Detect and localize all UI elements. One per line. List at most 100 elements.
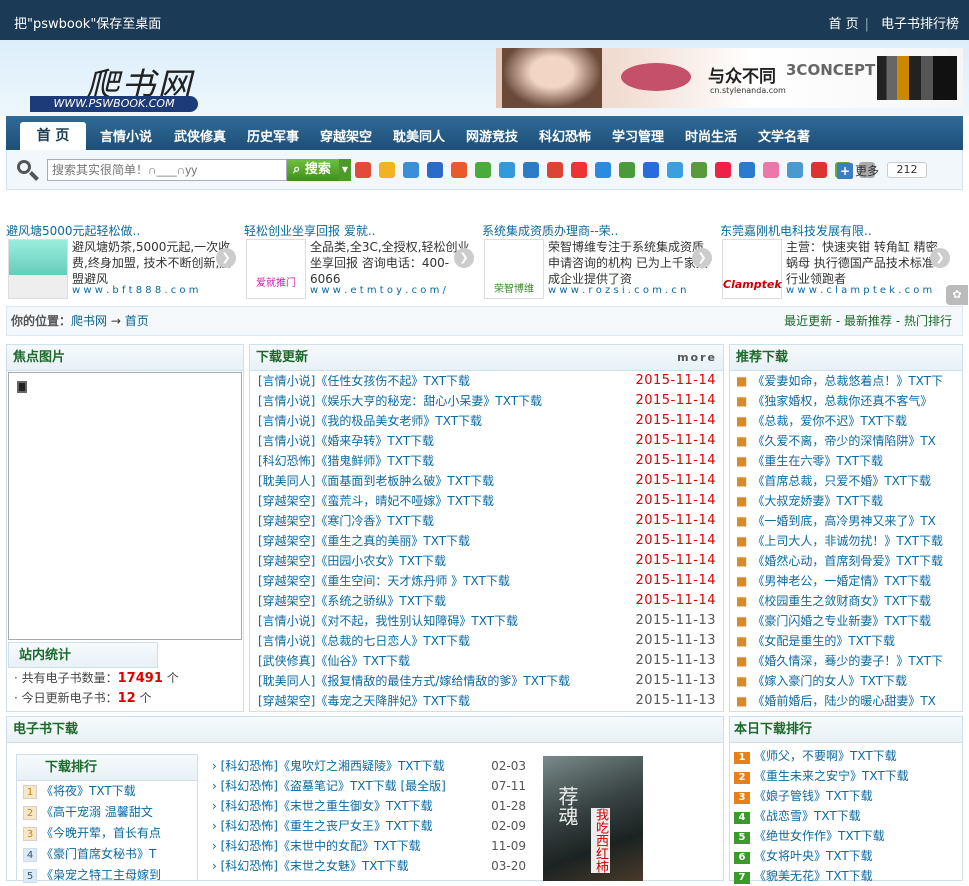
download-item-title[interactable]: [耽美同人]《面基面到老板肿么破》TXT下载 xyxy=(258,474,494,488)
ebook-item[interactable]: › [科幻恐怖]《末世中的女配》TXT下载 11-09 xyxy=(212,836,526,856)
ebook-item[interactable]: › [科幻恐怖]《鬼吹灯之湘西疑陵》TXT下载 02-03 xyxy=(212,756,526,776)
kaixin-icon[interactable] xyxy=(451,162,467,178)
download-item[interactable]: [穿越架空]《重生空间：天才炼丹师 》TXT下载 2015-11-14 xyxy=(258,571,720,591)
weibo-icon[interactable] xyxy=(355,162,371,178)
recommend-item-title[interactable]: 《总裁，爱你不迟》TXT下载 xyxy=(752,414,907,428)
ebook-item-title[interactable]: › [科幻恐怖]《末世之重生御女》TXT下载 xyxy=(212,799,433,813)
ad-url[interactable]: w w w . c l a m p t e k . c o m xyxy=(786,285,932,296)
download-item-title[interactable]: [穿越架空]《重生空间：天才炼丹师 》TXT下载 xyxy=(258,574,510,588)
recommend-item[interactable]: ■ 《嫁入豪门的女人》TXT下载 xyxy=(736,671,962,691)
download-item[interactable]: [言情小说]《我的极品美女老师》TXT下载 2015-11-14 xyxy=(258,411,720,431)
ebook-item[interactable]: › [科幻恐怖]《重生之丧尸女王》TXT下载 02-09 xyxy=(212,816,526,836)
recommend-item[interactable]: ■ 《一婚到底，高冷男神又来了》TX xyxy=(736,511,962,531)
download-item-title[interactable]: [言情小说]《婚来孕转》TXT下载 xyxy=(258,434,434,448)
rank-item-title[interactable]: 《枭宠之特工主母嫁到 xyxy=(41,868,161,882)
recommend-item-title[interactable]: 《一婚到底，高冷男神又来了》TX xyxy=(752,514,936,528)
rank-item-title[interactable]: 《将夜》TXT下载 xyxy=(41,784,136,798)
recommend-item[interactable]: ■ 《男神老公，一婚定情》TXT下载 xyxy=(736,571,962,591)
download-item-title[interactable]: [穿越架空]《毒宠之天降胖妃》TXT下载 xyxy=(258,694,470,708)
nav-item[interactable]: 言情小说 xyxy=(100,126,152,145)
recommend-item[interactable]: ■ 《上司大人，非诚勿扰！》TXT下载 xyxy=(736,531,962,551)
ebook-item[interactable]: › [科幻恐怖]《末世之女魅》TXT下载 03-20 xyxy=(212,856,526,876)
nav-item[interactable]: 历史军事 xyxy=(247,126,299,145)
qzone-icon[interactable] xyxy=(379,162,395,178)
recommend-item-title[interactable]: 《女配是重生的》TXT下载 xyxy=(752,634,895,648)
download-item-title[interactable]: [科幻恐怖]《猎鬼鲜师》TXT下载 xyxy=(258,454,434,468)
download-item[interactable]: [武侠修真]《仙谷》TXT下载 2015-11-13 xyxy=(258,651,720,671)
today-rank-item-title[interactable]: 《战恋雪》TXT下载 xyxy=(754,809,861,823)
rank-item[interactable]: 2 《高干宠溺 温馨甜文 xyxy=(17,802,197,823)
download-item[interactable]: [科幻恐怖]《猎鬼鲜师》TXT下载 2015-11-14 xyxy=(258,451,720,471)
download-item[interactable]: [穿越架空]《蛮荒斗，晴妃不哑嫁》TXT下载 2015-11-14 xyxy=(258,491,720,511)
recommend-item-title[interactable]: 《久爱不离，帝少的深情陷阱》TX xyxy=(752,434,936,448)
download-item-title[interactable]: [言情小说]《任性女孩伤不起》TXT下载 xyxy=(258,374,470,388)
recommend-item[interactable]: ■ 《校园重生之敛财商女》TXT下载 xyxy=(736,591,962,611)
nav-item[interactable]: 穿越架空 xyxy=(320,126,372,145)
recommend-item[interactable]: ■ 《总裁，爱你不迟》TXT下载 xyxy=(736,411,962,431)
nav-item[interactable]: 科幻恐怖 xyxy=(539,126,591,145)
download-item[interactable]: [言情小说]《任性女孩伤不起》TXT下载 2015-11-14 xyxy=(258,371,720,391)
ebook-item-title[interactable]: › [科幻恐怖]《盗墓笔记》TXT下载 [最全版] xyxy=(212,779,446,793)
nav-home[interactable]: 首 页 xyxy=(20,122,86,150)
t-icon[interactable] xyxy=(571,162,587,178)
text-ad[interactable]: 系统集成资质办理商--荣.. 荣智博维 荣智博维专注于系统集成资质申请咨询的机构… xyxy=(482,222,714,300)
download-item-title[interactable]: [穿越架空]《蛮荒斗，晴妃不哑嫁》TXT下载 xyxy=(258,494,494,508)
download-item-title[interactable]: [穿越架空]《重生之真的美丽》TXT下载 xyxy=(258,534,470,548)
ebook-item-title[interactable]: › [科幻恐怖]《末世之女魅》TXT下载 xyxy=(212,859,409,873)
download-item[interactable]: [穿越架空]《田园小农女》TXT下载 2015-11-14 xyxy=(258,551,720,571)
top-banner-ad[interactable]: 与众不同 cn.stylenanda.com 3CONCEPT EYES xyxy=(496,48,963,108)
ad-url[interactable]: w w w . b f t 8 8 8 . c o m xyxy=(72,285,198,296)
recommend-item[interactable]: ■ 《豪门闪婚之专业新妻》TXT下载 xyxy=(736,611,962,631)
book-cover-image[interactable]: 荐魂 我吃西红柿 xyxy=(543,756,643,881)
focus-image[interactable] xyxy=(8,372,242,640)
site-logo[interactable]: 爬书网 WWW.PSWBOOK.COM xyxy=(30,58,200,116)
ebook-rank-link[interactable]: 电子书排行榜 xyxy=(881,17,959,32)
home-link[interactable]: 首 页 xyxy=(828,17,858,32)
recommend-item-title[interactable]: 《大叔宠娇妻》TXT下载 xyxy=(752,494,883,508)
download-item[interactable]: [穿越架空]《重生之真的美丽》TXT下载 2015-11-14 xyxy=(258,531,720,551)
recommend-item-title[interactable]: 《校园重生之敛财商女》TXT下载 xyxy=(752,594,931,608)
recommend-item-title[interactable]: 《独家婚权，总裁你还真不客气》 xyxy=(752,394,932,408)
recommend-item[interactable]: ■ 《重生在六零》TXT下载 xyxy=(736,451,962,471)
ad-url[interactable]: w w w . r o z s i . c o m . c n xyxy=(548,285,686,296)
today-rank-item-title[interactable]: 《师父，不要啊》TXT下载 xyxy=(754,749,897,763)
ebook-item-title[interactable]: › [科幻恐怖]《重生之丧尸女王》TXT下载 xyxy=(212,819,433,833)
recommend-item-title[interactable]: 《嫁入豪门的女人》TXT下载 xyxy=(752,674,907,688)
one-icon[interactable] xyxy=(595,162,611,178)
nav-item[interactable]: 学习管理 xyxy=(612,126,664,145)
douban-icon[interactable] xyxy=(619,162,635,178)
ifeng-icon[interactable] xyxy=(811,162,827,178)
today-rank-item-title[interactable]: 《女将叶央》TXT下载 xyxy=(754,849,873,863)
ebook-item[interactable]: › [科幻恐怖]《盗墓笔记》TXT下载 [最全版] 07-11 xyxy=(212,776,526,796)
download-item[interactable]: [言情小说]《娱乐大亨的秘宠：甜心小呆妻》TXT下载 2015-11-14 xyxy=(258,391,720,411)
breadcrumb-page[interactable]: 首页 xyxy=(125,314,149,328)
recommend-item-title[interactable]: 《上司大人，非诚勿扰！》TXT下载 xyxy=(752,534,943,548)
download-item[interactable]: [穿越架空]《寒门冷香》TXT下载 2015-11-14 xyxy=(258,511,720,531)
recommend-item[interactable]: ■ 《女配是重生的》TXT下载 xyxy=(736,631,962,651)
rank-item-title[interactable]: 《今晚开荤，首长有点 xyxy=(41,826,161,840)
ad-title[interactable]: 避风塘5000元起轻松做.. xyxy=(6,222,140,239)
nav-item[interactable]: 时尚生活 xyxy=(685,126,737,145)
netease-icon[interactable] xyxy=(715,162,731,178)
search-button[interactable]: ⌕ 搜索 xyxy=(287,159,339,181)
recommend-item[interactable]: ■ 《婚久情深，蓦少的妻子！》TXT下 xyxy=(736,651,962,671)
today-rank-item[interactable]: 2 《重生未来之安宁》TXT下载 xyxy=(730,766,962,786)
download-item-title[interactable]: [穿越架空]《系统之骄纵》TXT下载 xyxy=(258,594,446,608)
download-item-title[interactable]: [武侠修真]《仙谷》TXT下载 xyxy=(258,654,410,668)
recommend-item[interactable]: ■ 《大叔宠娇妻》TXT下载 xyxy=(736,491,962,511)
download-item[interactable]: [穿越架空]《系统之骄纵》TXT下载 2015-11-14 xyxy=(258,591,720,611)
save-to-desktop-link[interactable]: 把"pswbook"保存至桌面 xyxy=(14,13,161,32)
download-item-title[interactable]: [耽美同人]《报复情敌的最佳方式/嫁给情敌的爹》TXT下载 xyxy=(258,674,570,688)
text-ad[interactable]: 避风塘5000元起轻松做.. 避风塘奶茶,5000元起,一次收费,终身加盟, 技… xyxy=(6,222,238,300)
qq-icon[interactable] xyxy=(403,162,419,178)
nav-item[interactable]: 文学名著 xyxy=(758,126,810,145)
sohu-icon[interactable] xyxy=(787,162,803,178)
recommend-item-title[interactable]: 《男神老公，一婚定情》TXT下载 xyxy=(752,574,931,588)
more-link[interactable]: more xyxy=(677,345,717,371)
arrow-right-icon[interactable]: ❯ xyxy=(454,248,474,268)
recommend-item-title[interactable]: 《婚久情深，蓦少的妻子！》TXT下 xyxy=(752,654,943,668)
rank-item-title[interactable]: 《高干宠溺 温馨甜文 xyxy=(41,805,153,819)
ad-title[interactable]: 东莞嘉刚机电科技发展有限.. xyxy=(720,222,872,239)
download-item[interactable]: [穿越架空]《毒宠之天降胖妃》TXT下载 2015-11-13 xyxy=(258,691,720,711)
text-ad[interactable]: 东莞嘉刚机电科技发展有限.. Clamptek 主营：快速夹钳 转角缸 精密蜗母… xyxy=(720,222,952,300)
